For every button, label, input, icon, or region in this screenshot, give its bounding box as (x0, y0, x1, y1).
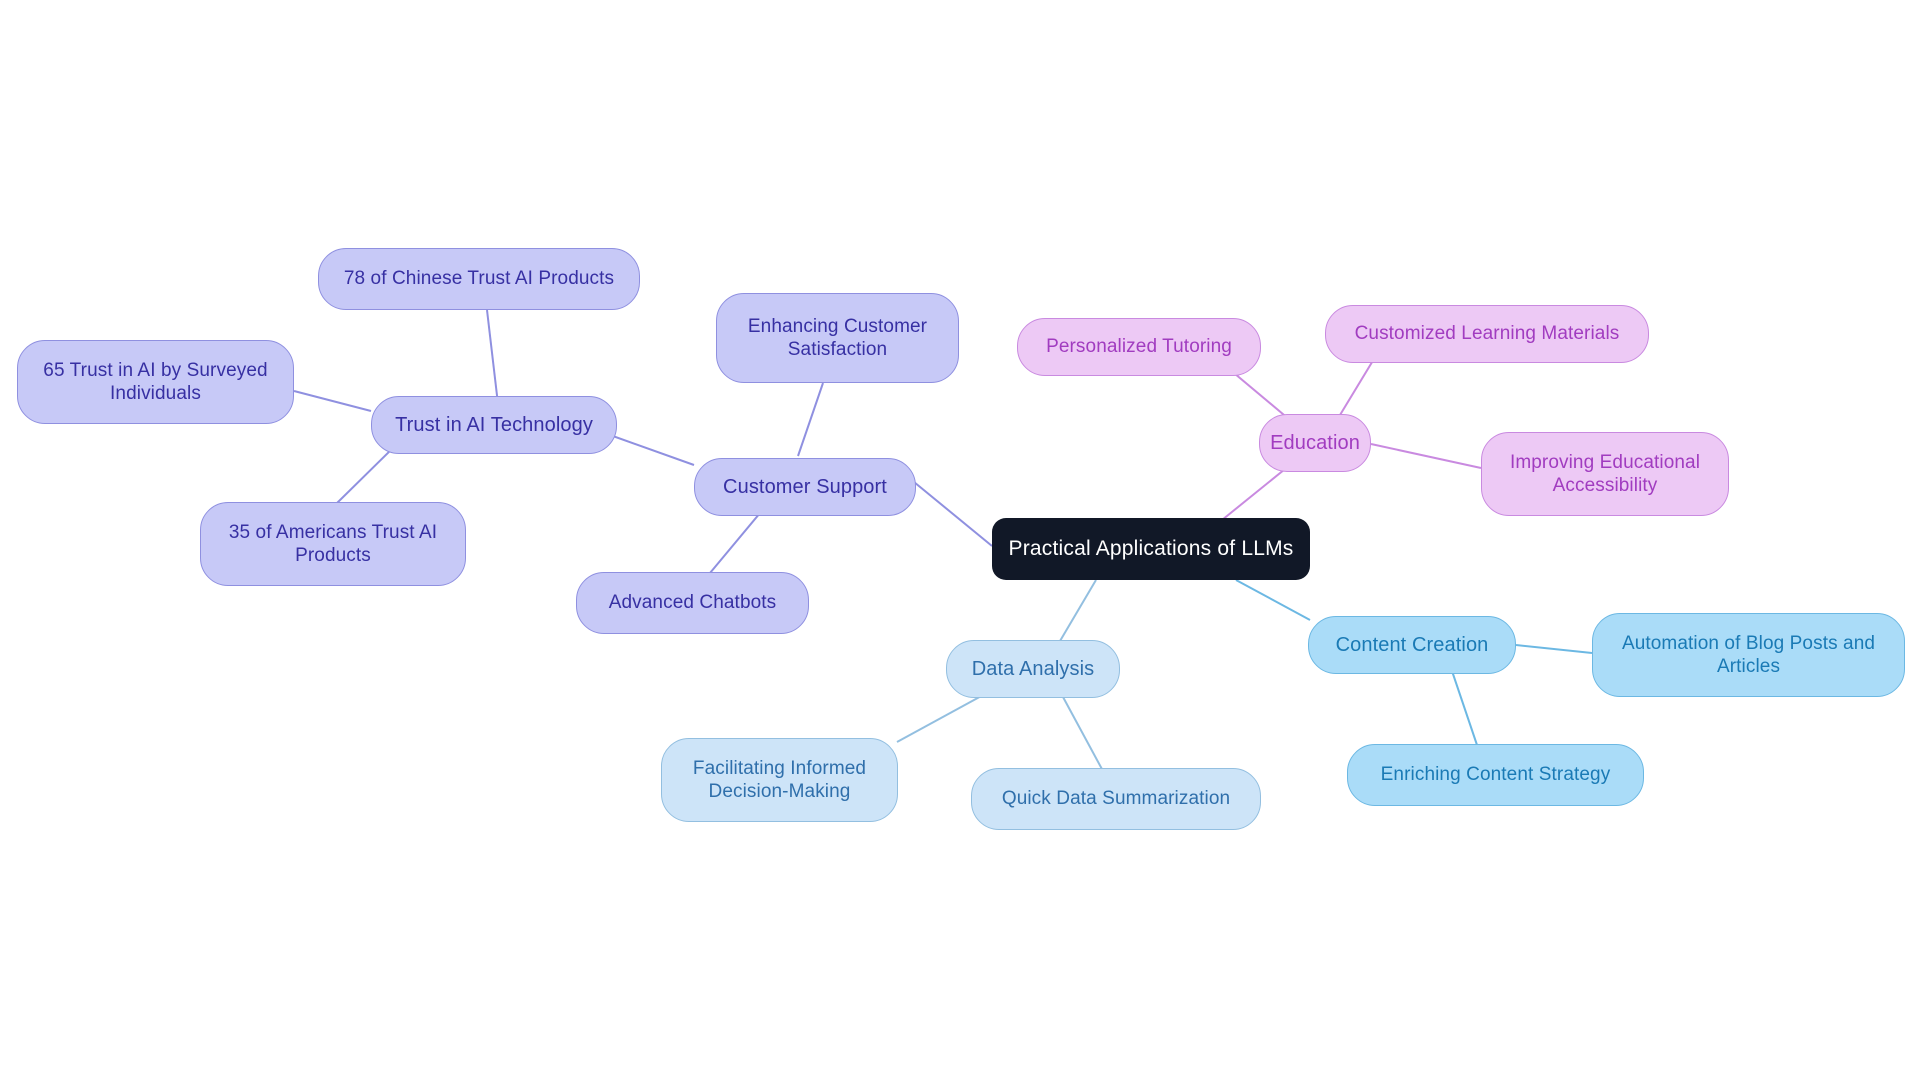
node-customer-support-label: Customer Support (723, 475, 887, 498)
mindmap-canvas: Practical Applications of LLMs Trust in … (0, 0, 1920, 1083)
node-enhancing-customer-satisfaction[interactable]: Enhancing Customer Satisfaction (716, 293, 959, 383)
node-facilitating-informed-decision-making-label: Facilitating Informed Decision-Making (692, 757, 867, 802)
edge-customer-support-to-satisfaction (797, 382, 824, 457)
node-advanced-chatbots[interactable]: Advanced Chatbots (576, 572, 809, 634)
node-content-creation-label: Content Creation (1335, 633, 1489, 656)
node-35-of-americans-trust-ai-products-label: 35 of Americans Trust AI Products (228, 521, 438, 566)
node-automation-of-blog-posts-and-articles-label: Automation of Blog Posts and Articles (1621, 632, 1876, 677)
node-enriching-content-strategy[interactable]: Enriching Content Strategy (1347, 744, 1644, 806)
node-automation-of-blog-posts-and-articles[interactable]: Automation of Blog Posts and Articles (1592, 613, 1905, 697)
node-improving-educational-accessibility[interactable]: Improving Educational Accessibility (1481, 432, 1729, 516)
node-content-creation[interactable]: Content Creation (1308, 616, 1516, 674)
node-data-analysis-label: Data Analysis (971, 657, 1095, 680)
edge-root-to-data-analysis (1059, 579, 1097, 642)
edge-root-to-customer-support (913, 481, 993, 547)
edge-trust-to-chinese (486, 309, 499, 405)
node-customized-learning-materials[interactable]: Customized Learning Materials (1325, 305, 1649, 363)
node-65-trust-in-ai-by-surveyed-individuals[interactable]: 65 Trust in AI by Surveyed Individuals (17, 340, 294, 424)
edge-education-to-accessibility (1370, 443, 1482, 469)
edge-root-to-education (1221, 464, 1291, 521)
edge-content-to-automation (1515, 644, 1593, 654)
node-35-of-americans-trust-ai-products[interactable]: 35 of Americans Trust AI Products (200, 502, 466, 586)
node-data-analysis[interactable]: Data Analysis (946, 640, 1120, 698)
node-78-of-chinese-trust-ai-products-label: 78 of Chinese Trust AI Products (343, 268, 615, 290)
node-customized-learning-materials-label: Customized Learning Materials (1354, 323, 1620, 345)
node-root-label: Practical Applications of LLMs (1008, 537, 1294, 561)
node-personalized-tutoring-label: Personalized Tutoring (1046, 336, 1232, 358)
node-65-trust-in-ai-by-surveyed-individuals-label: 65 Trust in AI by Surveyed Individuals (43, 359, 268, 404)
node-enriching-content-strategy-label: Enriching Content Strategy (1380, 764, 1611, 786)
node-trust-in-ai-technology-label: Trust in AI Technology (395, 413, 593, 436)
node-education-label: Education (1270, 431, 1360, 454)
node-facilitating-informed-decision-making[interactable]: Facilitating Informed Decision-Making (661, 738, 898, 822)
node-root[interactable]: Practical Applications of LLMs (992, 518, 1310, 580)
node-trust-in-ai-technology[interactable]: Trust in AI Technology (371, 396, 617, 454)
edge-data-to-decisions (896, 693, 986, 743)
node-enhancing-customer-satisfaction-label: Enhancing Customer Satisfaction (747, 315, 928, 360)
node-quick-data-summarization[interactable]: Quick Data Summarization (971, 768, 1261, 830)
edge-data-to-summarization (1062, 696, 1104, 772)
node-improving-educational-accessibility-label: Improving Educational Accessibility (1509, 451, 1701, 496)
node-customer-support[interactable]: Customer Support (694, 458, 916, 516)
edge-root-to-content-creation (1235, 579, 1311, 621)
edge-trust-to-surveyed (293, 390, 372, 412)
node-advanced-chatbots-label: Advanced Chatbots (608, 592, 777, 614)
edge-content-to-strategy (1451, 670, 1478, 746)
node-quick-data-summarization-label: Quick Data Summarization (1001, 788, 1231, 810)
node-education[interactable]: Education (1259, 414, 1371, 472)
node-78-of-chinese-trust-ai-products[interactable]: 78 of Chinese Trust AI Products (318, 248, 640, 310)
node-personalized-tutoring[interactable]: Personalized Tutoring (1017, 318, 1261, 376)
